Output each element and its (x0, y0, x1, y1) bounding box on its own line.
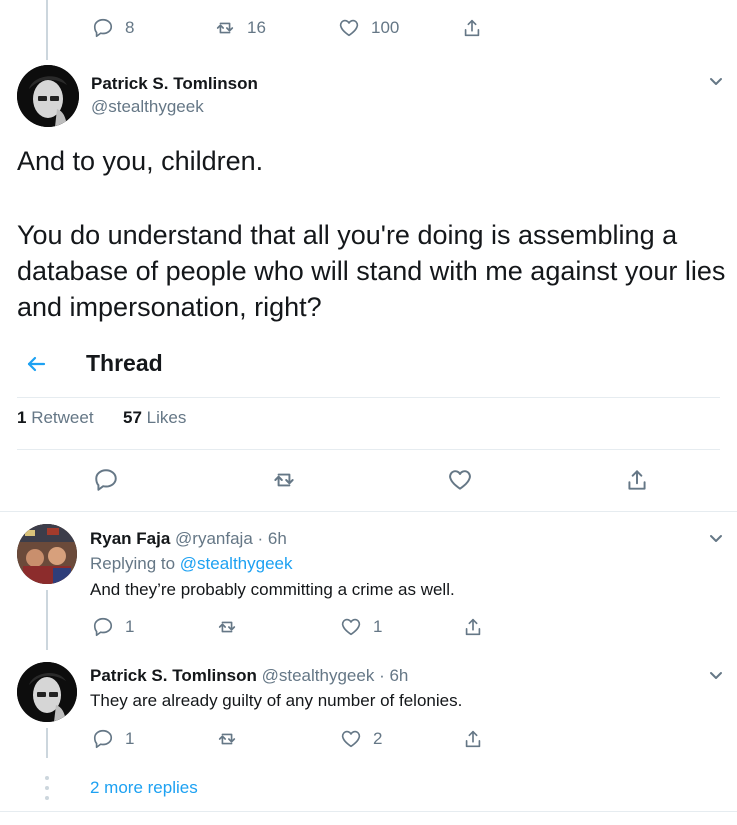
reply-author-handle[interactable]: @ryanfaja (175, 529, 253, 548)
chevron-down-icon[interactable] (709, 74, 723, 88)
like-count: 100 (371, 18, 400, 37)
thread-title: Thread (86, 350, 163, 376)
like-action[interactable]: 2 (340, 728, 382, 750)
retweet-action[interactable] (216, 728, 238, 750)
reply-action[interactable]: 8 (92, 17, 134, 39)
likes-number: 57 (123, 408, 142, 427)
reply-author-handle[interactable]: @stealthygeek (262, 666, 375, 685)
heart-icon (341, 618, 361, 636)
divider (0, 511, 737, 512)
avatar[interactable] (17, 524, 77, 584)
heart-icon (449, 470, 471, 490)
divider (0, 811, 737, 812)
tweet-text-line1: And to you, children. (17, 146, 264, 176)
main-retweet-action[interactable] (271, 467, 297, 493)
retweets-stat[interactable]: 1 Retweet (17, 408, 94, 428)
tweet-text-line2: You do understand that all you're doing … (17, 220, 726, 322)
author-name[interactable]: Patrick S. Tomlinson (91, 74, 258, 94)
avatar[interactable] (17, 65, 79, 127)
share-icon (465, 618, 481, 636)
likes-label: Likes (146, 408, 187, 427)
reply-header: Ryan Faja @ryanfaja · 6h (90, 529, 287, 549)
more-replies-link[interactable]: 2 more replies (90, 778, 198, 798)
retweet-icon (218, 621, 236, 633)
back-arrow-icon[interactable] (24, 352, 48, 376)
reply-author-name[interactable]: Patrick S. Tomlinson (90, 666, 257, 685)
reply-icon (93, 18, 113, 38)
retweets-label: Retweet (31, 408, 94, 427)
main-like-action[interactable] (447, 467, 473, 493)
thread-connector (46, 728, 48, 758)
replying-to: Replying to @stealthygeek (90, 554, 293, 574)
reply-icon (93, 617, 113, 637)
like-count: 2 (373, 729, 383, 748)
retweet-action[interactable]: 16 (214, 17, 266, 39)
replying-handle-link[interactable]: @stealthygeek (180, 554, 293, 573)
like-count: 1 (373, 617, 383, 636)
avatar-image (17, 65, 79, 127)
thread-connector (46, 590, 48, 650)
reply-text: They are already guilty of any number of… (90, 691, 463, 710)
reply-icon (95, 469, 117, 491)
share-icon (465, 730, 481, 748)
retweet-action[interactable] (216, 616, 238, 638)
reply-count: 1 (125, 617, 135, 636)
share-icon (464, 19, 480, 37)
more-dots-icon (44, 775, 50, 803)
divider (17, 449, 720, 450)
main-share-action[interactable] (624, 467, 650, 493)
main-reply-action[interactable] (93, 467, 119, 493)
avatar[interactable] (17, 662, 77, 722)
divider (17, 397, 720, 398)
reply-author-name[interactable]: Ryan Faja (90, 529, 170, 548)
like-action[interactable]: 100 (338, 17, 399, 39)
reply-action[interactable]: 1 (92, 728, 134, 750)
reply-text: And they’re probably committing a crime … (90, 580, 455, 599)
reply-icon (93, 729, 113, 749)
share-action[interactable] (462, 728, 484, 750)
reply-count: 8 (125, 18, 135, 37)
likes-stat[interactable]: 57 Likes (123, 408, 186, 428)
reply-header: Patrick S. Tomlinson @stealthygeek · 6h (90, 666, 408, 686)
retweet-count: 16 (247, 18, 266, 37)
retweets-number: 1 (17, 408, 27, 427)
share-icon (628, 470, 646, 490)
chevron-down-icon[interactable] (709, 668, 723, 682)
reply-action[interactable]: 1 (92, 616, 134, 638)
avatar-image (17, 662, 77, 722)
reply-count: 1 (125, 729, 135, 748)
heart-icon (341, 730, 361, 748)
thread-connector (46, 0, 48, 60)
heart-icon (339, 19, 359, 37)
replying-prefix: Replying to (90, 554, 176, 573)
retweet-icon (216, 22, 234, 34)
chevron-down-icon[interactable] (709, 531, 723, 545)
share-action[interactable] (462, 616, 484, 638)
like-action[interactable]: 1 (340, 616, 382, 638)
author-handle[interactable]: @stealthygeek (91, 97, 204, 117)
retweet-icon (274, 473, 294, 487)
reply-time[interactable]: · 6h (379, 666, 408, 685)
avatar-image (17, 524, 77, 584)
share-action[interactable] (461, 17, 483, 39)
reply-time[interactable]: · 6h (258, 529, 287, 548)
retweet-icon (218, 733, 236, 745)
